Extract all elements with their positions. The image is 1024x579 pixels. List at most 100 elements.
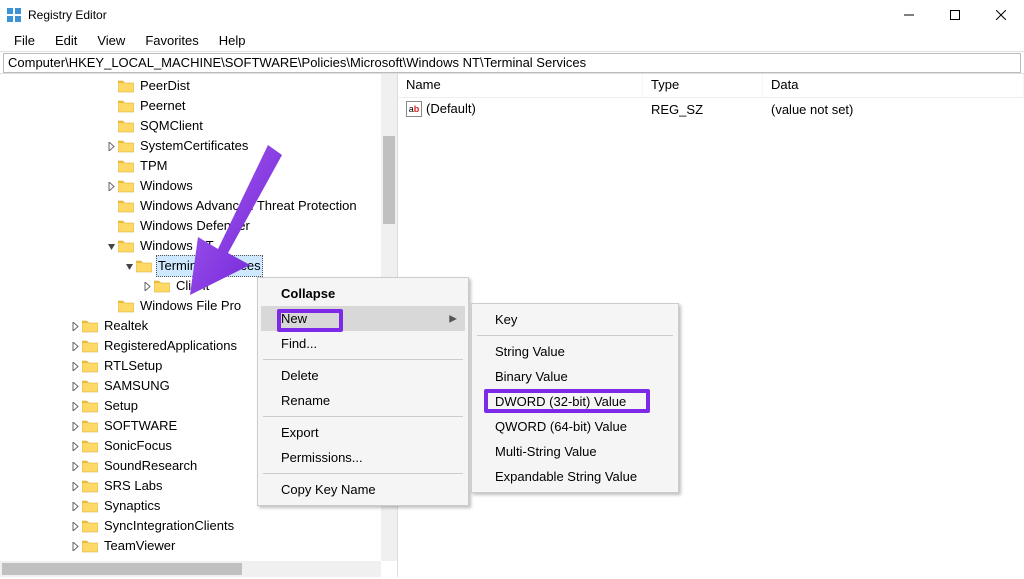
expand-toggle-icon[interactable] bbox=[68, 342, 82, 351]
maximize-button[interactable] bbox=[932, 0, 978, 30]
tree-node[interactable]: TPM bbox=[0, 156, 381, 176]
expand-toggle-icon[interactable] bbox=[104, 142, 118, 151]
tree-node-label: SonicFocus bbox=[102, 436, 174, 456]
tree-node[interactable]: Windows bbox=[0, 176, 381, 196]
tree-node-label: SOFTWARE bbox=[102, 416, 179, 436]
tree-node[interactable]: SystemCertificates bbox=[0, 136, 381, 156]
tree-node-label: Windows NT bbox=[138, 236, 216, 256]
window-title: Registry Editor bbox=[28, 8, 107, 22]
tree-node[interactable]: PeerDist bbox=[0, 76, 381, 96]
ctx-new-qword[interactable]: QWORD (64-bit) Value bbox=[475, 414, 675, 439]
expand-toggle-icon[interactable] bbox=[68, 382, 82, 391]
expand-toggle-icon[interactable] bbox=[68, 542, 82, 551]
new-submenu: Key String Value Binary Value DWORD (32-… bbox=[471, 303, 679, 493]
ctx-permissions[interactable]: Permissions... bbox=[261, 445, 465, 470]
expand-toggle-icon[interactable] bbox=[68, 442, 82, 451]
ctx-new-expandstring[interactable]: Expandable String Value bbox=[475, 464, 675, 489]
tree-node-label: Client bbox=[174, 276, 211, 296]
expand-toggle-icon[interactable] bbox=[68, 462, 82, 471]
expand-toggle-icon[interactable] bbox=[104, 242, 118, 251]
expand-toggle-icon[interactable] bbox=[68, 502, 82, 511]
col-name[interactable]: Name bbox=[398, 74, 643, 97]
ctx-new-key[interactable]: Key bbox=[475, 307, 675, 332]
col-data[interactable]: Data bbox=[763, 74, 1024, 97]
tree-node[interactable]: TeamViewer bbox=[0, 536, 381, 556]
ctx-new[interactable]: New ▶ bbox=[261, 306, 465, 331]
tree-node[interactable]: Windows Advanced Threat Protection bbox=[0, 196, 381, 216]
tree-node[interactable]: Terminal Services bbox=[0, 256, 381, 276]
tree-node[interactable]: Peernet bbox=[0, 96, 381, 116]
value-row[interactable]: ab(Default) REG_SZ (value not set) bbox=[398, 98, 1024, 120]
ctx-new-string[interactable]: String Value bbox=[475, 339, 675, 364]
tree-node[interactable]: SQMClient bbox=[0, 116, 381, 136]
ctx-rename[interactable]: Rename bbox=[261, 388, 465, 413]
tree-node-label: SyncIntegrationClients bbox=[102, 516, 236, 536]
tree-node-label: Windows bbox=[138, 176, 195, 196]
menu-separator bbox=[263, 416, 463, 417]
ctx-collapse[interactable]: Collapse bbox=[261, 281, 465, 306]
menu-view[interactable]: View bbox=[87, 31, 135, 50]
menu-bar: File Edit View Favorites Help bbox=[0, 30, 1024, 52]
tree-node-label: Windows Advanced Threat Protection bbox=[138, 196, 359, 216]
expand-toggle-icon[interactable] bbox=[104, 182, 118, 191]
ctx-new-binary[interactable]: Binary Value bbox=[475, 364, 675, 389]
tree-node-label: TPM bbox=[138, 156, 169, 176]
ctx-new-multistring[interactable]: Multi-String Value bbox=[475, 439, 675, 464]
values-header: Name Type Data bbox=[398, 74, 1024, 98]
tree-node-label: Terminal Services bbox=[156, 255, 263, 277]
tree-node-label: Setup bbox=[102, 396, 140, 416]
expand-toggle-icon[interactable] bbox=[122, 262, 136, 271]
expand-toggle-icon[interactable] bbox=[68, 522, 82, 531]
menu-separator bbox=[477, 335, 673, 336]
tree-node-label: Synaptics bbox=[102, 496, 162, 516]
col-type[interactable]: Type bbox=[643, 74, 763, 97]
window-controls bbox=[886, 0, 1024, 30]
expand-toggle-icon[interactable] bbox=[68, 422, 82, 431]
string-value-icon: ab bbox=[406, 101, 422, 117]
tree-node-label: Windows Defender bbox=[138, 216, 252, 236]
close-button[interactable] bbox=[978, 0, 1024, 30]
expand-toggle-icon[interactable] bbox=[68, 362, 82, 371]
tree-node-label: SRS Labs bbox=[102, 476, 165, 496]
title-bar: Registry Editor bbox=[0, 0, 1024, 30]
ctx-export[interactable]: Export bbox=[261, 420, 465, 445]
menu-help[interactable]: Help bbox=[209, 31, 256, 50]
tree-node-label: RTLSetup bbox=[102, 356, 164, 376]
tree-node-label: Peernet bbox=[138, 96, 188, 116]
submenu-arrow-icon: ▶ bbox=[449, 313, 457, 324]
tree-node-label: SoundResearch bbox=[102, 456, 199, 476]
ctx-new-dword[interactable]: DWORD (32-bit) Value bbox=[475, 389, 675, 414]
ctx-find[interactable]: Find... bbox=[261, 331, 465, 356]
expand-toggle-icon[interactable] bbox=[140, 282, 154, 291]
value-name-cell: ab(Default) bbox=[398, 101, 643, 118]
tree-node-label: PeerDist bbox=[138, 76, 192, 96]
tree-node-label: SystemCertificates bbox=[138, 136, 250, 156]
tree-node[interactable]: SyncIntegrationClients bbox=[0, 516, 381, 536]
tree-node-label: SQMClient bbox=[138, 116, 205, 136]
tree-node[interactable]: Windows Defender bbox=[0, 216, 381, 236]
tree-node-label: TeamViewer bbox=[102, 536, 177, 556]
tree-node-label: Windows File Pro bbox=[138, 296, 243, 316]
address-input[interactable] bbox=[3, 53, 1021, 73]
tree-node-label: Realtek bbox=[102, 316, 150, 336]
tree-node[interactable]: Windows NT bbox=[0, 236, 381, 256]
menu-edit[interactable]: Edit bbox=[45, 31, 87, 50]
context-menu: Collapse New ▶ Find... Delete Rename Exp… bbox=[257, 277, 469, 506]
ctx-delete[interactable]: Delete bbox=[261, 363, 465, 388]
menu-separator bbox=[263, 359, 463, 360]
expand-toggle-icon[interactable] bbox=[68, 402, 82, 411]
minimize-button[interactable] bbox=[886, 0, 932, 30]
expand-toggle-icon[interactable] bbox=[68, 322, 82, 331]
address-bar bbox=[0, 52, 1024, 74]
value-data-cell: (value not set) bbox=[763, 102, 1024, 117]
menu-separator bbox=[263, 473, 463, 474]
app-icon bbox=[6, 7, 22, 23]
tree-node-label: SAMSUNG bbox=[102, 376, 172, 396]
ctx-copy-key-name[interactable]: Copy Key Name bbox=[261, 477, 465, 502]
expand-toggle-icon[interactable] bbox=[68, 482, 82, 491]
value-type-cell: REG_SZ bbox=[643, 102, 763, 117]
menu-file[interactable]: File bbox=[4, 31, 45, 50]
tree-node-label: RegisteredApplications bbox=[102, 336, 239, 356]
tree-scrollbar-horizontal[interactable] bbox=[0, 561, 381, 577]
menu-favorites[interactable]: Favorites bbox=[135, 31, 208, 50]
